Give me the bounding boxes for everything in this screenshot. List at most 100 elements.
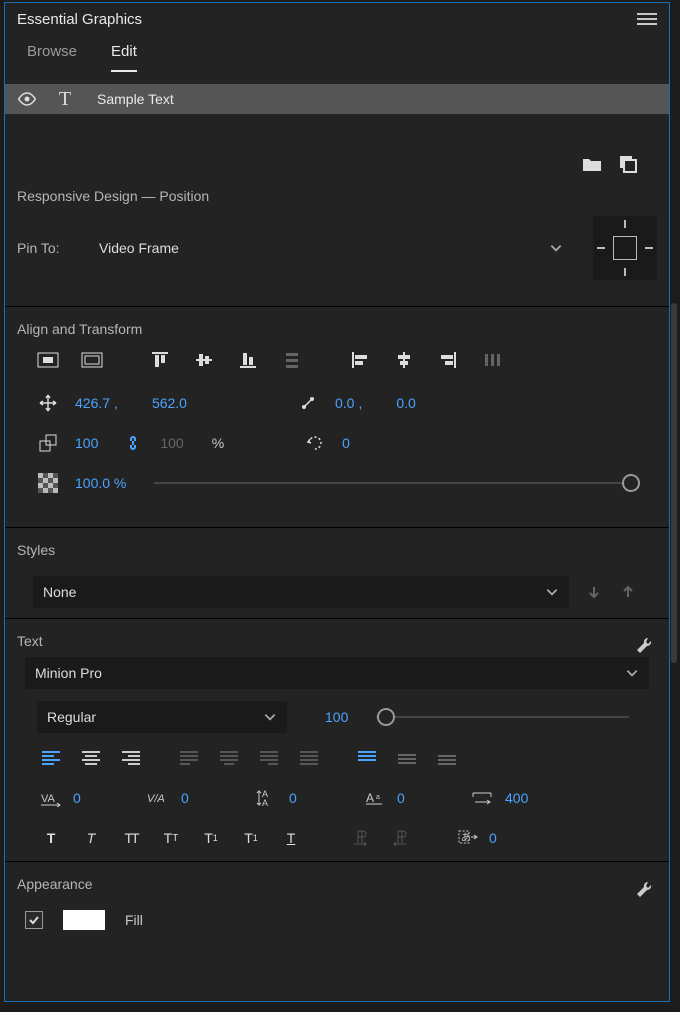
section-text: Text Minion Pro Regular 100 bbox=[5, 619, 669, 861]
font-value: Minion Pro bbox=[35, 665, 102, 681]
font-style-select[interactable]: Regular bbox=[37, 701, 287, 733]
distribute-h-icon[interactable] bbox=[479, 349, 505, 371]
tsume-value[interactable]: 400 bbox=[505, 790, 528, 806]
leading-icon[interactable]: AA bbox=[253, 787, 281, 809]
position-icon[interactable] bbox=[35, 392, 61, 414]
tracking-icon[interactable]: VA bbox=[37, 787, 65, 809]
tracking-value[interactable]: 0 bbox=[73, 790, 81, 806]
align-heading: Align and Transform bbox=[17, 321, 657, 337]
align-right-text-icon[interactable] bbox=[117, 747, 145, 769]
anchor-icon[interactable] bbox=[295, 392, 321, 414]
tsume2-icon[interactable]: あ bbox=[453, 827, 481, 849]
font-size-slider[interactable] bbox=[376, 716, 629, 718]
font-size[interactable]: 100 bbox=[325, 709, 348, 725]
scrollbar[interactable] bbox=[671, 303, 677, 663]
text-layer-icon: T bbox=[43, 88, 87, 111]
align-bottom-icon[interactable] bbox=[235, 349, 261, 371]
visibility-icon[interactable] bbox=[17, 92, 43, 106]
text-heading: Text bbox=[17, 633, 43, 649]
new-folder-icon[interactable] bbox=[581, 154, 603, 174]
justify-all-icon[interactable] bbox=[295, 747, 323, 769]
pin-to-value: Video Frame bbox=[99, 240, 179, 256]
panel-titlebar: Essential Graphics bbox=[5, 3, 669, 35]
justify-last-right-icon[interactable] bbox=[255, 747, 283, 769]
tsume-icon[interactable] bbox=[469, 787, 497, 809]
tab-bar: Browse Edit bbox=[5, 35, 669, 72]
subscript-icon[interactable]: T1 bbox=[237, 827, 265, 849]
pin-widget[interactable] bbox=[593, 216, 657, 280]
opacity-value[interactable]: 100.0 % bbox=[75, 475, 126, 491]
pin-to-select[interactable]: Video Frame bbox=[89, 232, 573, 264]
style-select[interactable]: None bbox=[33, 576, 569, 608]
align-group1-b-icon[interactable] bbox=[79, 349, 105, 371]
leading-value[interactable]: 0 bbox=[289, 790, 297, 806]
section-styles: Styles None bbox=[5, 528, 669, 618]
push-style-icon[interactable] bbox=[581, 581, 607, 603]
align-left-text-icon[interactable] bbox=[37, 747, 65, 769]
new-layer-icon[interactable] bbox=[617, 154, 639, 174]
align-left-icon[interactable] bbox=[347, 349, 373, 371]
svg-text:VA: VA bbox=[41, 793, 56, 805]
justify-last-center-icon[interactable] bbox=[215, 747, 243, 769]
anchor-y[interactable]: 0.0 bbox=[396, 395, 415, 411]
layer-row[interactable]: T Sample Text bbox=[5, 84, 669, 114]
align-right-icon[interactable] bbox=[435, 349, 461, 371]
svg-text:V/A: V/A bbox=[147, 793, 165, 805]
anchor-x[interactable]: 0.0 bbox=[335, 395, 354, 411]
tab-edit[interactable]: Edit bbox=[111, 43, 137, 72]
pull-style-icon[interactable] bbox=[615, 581, 641, 603]
scale-icon[interactable] bbox=[35, 432, 61, 454]
font-select[interactable]: Minion Pro bbox=[25, 657, 649, 689]
layer-name[interactable]: Sample Text bbox=[97, 91, 174, 107]
text-settings-icon[interactable] bbox=[635, 635, 657, 655]
superscript-icon[interactable]: T1 bbox=[197, 827, 225, 849]
pos-x[interactable]: 426.7 bbox=[75, 395, 110, 411]
faux-bold-icon[interactable]: T bbox=[37, 827, 65, 849]
appearance-heading: Appearance bbox=[17, 876, 93, 892]
pos-y[interactable]: 562.0 bbox=[152, 395, 187, 411]
baseline-value[interactable]: 0 bbox=[397, 790, 405, 806]
responsive-heading: Responsive Design — Position bbox=[17, 188, 657, 204]
section-appearance: Appearance Fill bbox=[5, 862, 669, 930]
allcaps-icon[interactable]: TT bbox=[117, 827, 145, 849]
smallcaps-icon[interactable]: TT bbox=[157, 827, 185, 849]
anchor-sep: , bbox=[358, 395, 362, 411]
baseline-icon[interactable]: Aa bbox=[361, 787, 389, 809]
justify-last-left-icon[interactable] bbox=[175, 747, 203, 769]
align-vcenter-icon[interactable] bbox=[191, 349, 217, 371]
svg-text:A: A bbox=[262, 798, 268, 808]
align-hcenter-icon[interactable] bbox=[391, 349, 417, 371]
vert-align-bot-icon[interactable] bbox=[433, 747, 461, 769]
vert-align-mid-icon[interactable] bbox=[393, 747, 421, 769]
tsume2-value[interactable]: 0 bbox=[489, 830, 497, 846]
scale-value[interactable]: 100 bbox=[75, 435, 98, 451]
link-scale-icon[interactable] bbox=[120, 432, 146, 454]
kerning-icon[interactable]: V/A bbox=[145, 787, 173, 809]
align-top-icon[interactable] bbox=[147, 349, 173, 371]
rotation-value[interactable]: 0 bbox=[342, 435, 350, 451]
svg-text:あ: あ bbox=[461, 832, 471, 844]
rotation-icon[interactable] bbox=[302, 432, 328, 454]
fill-label: Fill bbox=[125, 912, 143, 928]
layer-tools bbox=[5, 114, 669, 184]
opacity-slider[interactable] bbox=[154, 482, 631, 484]
panel-menu-icon[interactable] bbox=[637, 9, 657, 29]
pos-sep: , bbox=[114, 395, 118, 411]
section-align: Align and Transform 426.7 , 562.0 0.0 , … bbox=[5, 307, 669, 527]
fill-color-swatch[interactable] bbox=[63, 910, 105, 930]
underline-icon[interactable]: T bbox=[277, 827, 305, 849]
align-center-text-icon[interactable] bbox=[77, 747, 105, 769]
vert-align-top-icon[interactable] bbox=[353, 747, 381, 769]
styles-heading: Styles bbox=[17, 542, 657, 558]
appearance-settings-icon[interactable] bbox=[635, 879, 657, 899]
rtl-icon[interactable] bbox=[387, 827, 415, 849]
distribute-v-icon[interactable] bbox=[279, 349, 305, 371]
faux-italic-icon[interactable]: T bbox=[77, 827, 105, 849]
tab-browse[interactable]: Browse bbox=[27, 43, 77, 72]
kerning-value[interactable]: 0 bbox=[181, 790, 189, 806]
opacity-icon[interactable] bbox=[35, 472, 61, 494]
align-group1-a-icon[interactable] bbox=[35, 349, 61, 371]
font-style-value: Regular bbox=[47, 709, 96, 725]
fill-checkbox[interactable] bbox=[25, 911, 43, 929]
ltr-icon[interactable] bbox=[347, 827, 375, 849]
